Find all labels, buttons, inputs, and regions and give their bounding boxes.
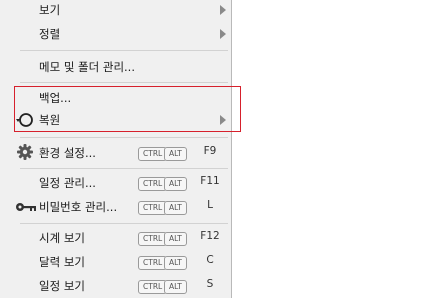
menu-item-label: 시계 보기 [39, 231, 85, 245]
shortcut-key-ctrl: CTRL [138, 232, 168, 246]
shortcut-key: C [206, 254, 214, 266]
shortcut-key-alt: ALT [164, 201, 187, 215]
shortcut-key-ctrl: CTRL [138, 280, 168, 294]
menu-item-label: 메모 및 폴더 관리... [39, 60, 135, 74]
submenu-arrow-icon [220, 5, 226, 15]
shortcut-key: F9 [203, 145, 217, 157]
menu-separator [20, 50, 228, 51]
submenu-arrow-icon [220, 29, 226, 39]
menu-separator [20, 82, 228, 83]
menu-item-sort[interactable]: 정렬 [0, 22, 231, 46]
gear-icon [17, 144, 33, 160]
menu-separator [20, 168, 228, 169]
shortcut-key: S [206, 278, 214, 290]
menu-item-schedule[interactable]: 일정 관리... CTRL ALT F11 [0, 171, 231, 195]
shortcut-key: L [207, 199, 213, 211]
key-icon [16, 203, 36, 211]
highlight-box [14, 86, 241, 132]
menu-item-calendar[interactable]: 달력 보기 CTRL ALT C [0, 250, 231, 274]
context-menu: 보기 정렬 메모 및 폴더 관리... 백업... 복원 환경 설정... CT… [0, 0, 232, 298]
shortcut-key-alt: ALT [164, 256, 187, 270]
shortcut-key-ctrl: CTRL [138, 177, 168, 191]
shortcut-key-ctrl: CTRL [138, 201, 168, 215]
menu-item-label: 일정 관리... [39, 176, 96, 190]
shortcut-key-alt: ALT [164, 280, 187, 294]
shortcut-key-alt: ALT [164, 232, 187, 246]
menu-item-password[interactable]: 비밀번호 관리... CTRL ALT L [0, 195, 231, 219]
menu-item-label: 보기 [39, 3, 61, 17]
menu-item-memo-folder[interactable]: 메모 및 폴더 관리... [0, 55, 231, 79]
shortcut-key: F12 [200, 230, 220, 242]
shortcut-key-alt: ALT [164, 147, 187, 161]
menu-item-view[interactable]: 보기 [0, 0, 231, 22]
menu-item-clock[interactable]: 시계 보기 CTRL ALT F12 [0, 226, 231, 250]
shortcut-key-ctrl: CTRL [138, 147, 168, 161]
menu-item-label: 비밀번호 관리... [39, 200, 118, 214]
menu-separator [20, 137, 228, 138]
menu-item-label: 달력 보기 [39, 255, 85, 269]
menu-separator [20, 223, 228, 224]
menu-item-schedule-view[interactable]: 일정 보기 CTRL ALT S [0, 274, 231, 298]
menu-item-settings[interactable]: 환경 설정... CTRL ALT F9 [0, 141, 231, 165]
menu-item-label: 정렬 [39, 27, 61, 41]
menu-item-label: 일정 보기 [39, 279, 85, 293]
shortcut-key-ctrl: CTRL [138, 256, 168, 270]
menu-item-label: 환경 설정... [39, 146, 96, 160]
shortcut-key-alt: ALT [164, 177, 187, 191]
shortcut-key: F11 [200, 175, 220, 187]
